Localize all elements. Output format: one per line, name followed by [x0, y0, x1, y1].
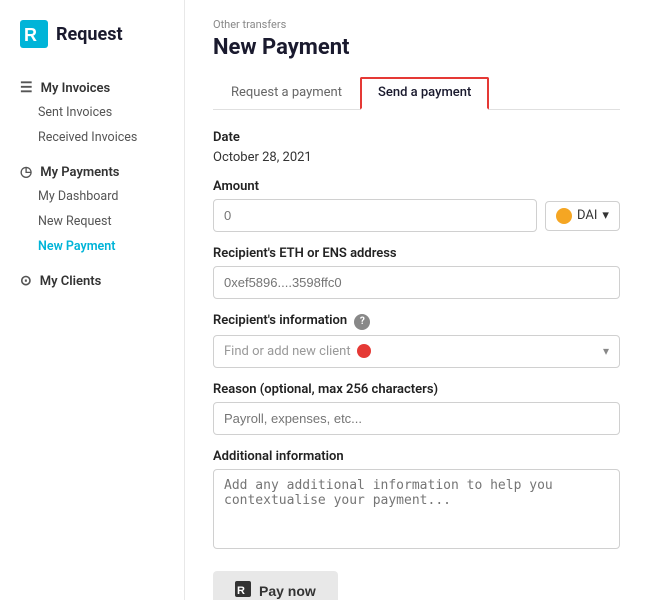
sidebar: R Request ☰ My Invoices Sent Invoices Re…: [0, 0, 185, 600]
sidebar-section-label: My Clients: [40, 274, 102, 289]
sidebar-item-sent-invoices[interactable]: Sent Invoices: [0, 100, 184, 125]
amount-input-wrapper: [213, 199, 537, 232]
tab-send-payment[interactable]: Send a payment: [360, 77, 489, 110]
recipient-info-label-text: Recipient's information: [213, 313, 347, 328]
dai-icon: [556, 208, 572, 224]
sidebar-item-my-clients[interactable]: ⊙ My Clients: [0, 265, 184, 293]
reason-input[interactable]: [213, 402, 620, 435]
person-icon: ⊙: [20, 273, 32, 289]
breadcrumb: Other transfers: [213, 18, 620, 31]
svg-text:R: R: [24, 25, 37, 45]
amount-input[interactable]: [213, 199, 537, 232]
pay-button-label: Pay now: [259, 583, 316, 599]
logo-area: R Request: [0, 20, 184, 72]
recipient-placeholder: Find or add new client: [224, 344, 351, 359]
sidebar-item-my-payments[interactable]: ◷ My Payments: [0, 156, 184, 184]
tab-bar: Request a payment Send a payment: [213, 76, 620, 110]
date-label: Date: [213, 130, 620, 145]
sidebar-item-received-invoices[interactable]: Received Invoices: [0, 125, 184, 150]
currency-selector[interactable]: DAI ▾: [545, 201, 620, 231]
nav-section-clients: ⊙ My Clients: [0, 265, 184, 293]
recipient-info-select[interactable]: Find or add new client ▾: [213, 335, 620, 368]
additional-info-textarea[interactable]: [213, 469, 620, 549]
amount-row: DAI ▾: [213, 199, 620, 232]
nav-section-invoices: ☰ My Invoices Sent Invoices Received Inv…: [0, 72, 184, 150]
sidebar-item-my-dashboard[interactable]: My Dashboard: [0, 184, 184, 209]
recipient-left: Find or add new client: [224, 344, 371, 359]
date-value: October 28, 2021: [213, 150, 620, 165]
recipient-info-label: Recipient's information ?: [213, 313, 620, 330]
clock-icon: ◷: [20, 164, 32, 180]
recipient-eth-label: Recipient's ETH or ENS address: [213, 246, 620, 261]
chevron-down-icon: ▾: [603, 344, 609, 358]
page-title: New Payment: [213, 35, 620, 60]
pay-now-button[interactable]: R Pay now: [213, 571, 338, 600]
main-content: Other transfers New Payment Request a pa…: [185, 0, 648, 600]
sidebar-item-new-payment[interactable]: New Payment: [0, 234, 184, 259]
additional-label: Additional information: [213, 449, 620, 464]
sidebar-item-new-request[interactable]: New Request: [0, 209, 184, 234]
tab-request-payment[interactable]: Request a payment: [213, 77, 360, 110]
logo-text: Request: [56, 24, 123, 45]
logo-icon: R: [20, 20, 48, 48]
currency-label: DAI: [577, 208, 597, 223]
help-icon[interactable]: ?: [354, 314, 370, 330]
svg-text:R: R: [237, 585, 245, 597]
sidebar-section-label: My Invoices: [41, 81, 111, 96]
nav-section-payments: ◷ My Payments My Dashboard New Request N…: [0, 156, 184, 259]
amount-label: Amount: [213, 179, 620, 194]
chevron-down-icon: ▾: [602, 208, 609, 223]
sidebar-item-my-invoices[interactable]: ☰ My Invoices: [0, 72, 184, 100]
r-icon: R: [235, 581, 251, 600]
error-dot-icon: [357, 344, 371, 358]
reason-label: Reason (optional, max 256 characters): [213, 382, 620, 397]
document-icon: ☰: [20, 80, 33, 96]
sidebar-section-label: My Payments: [40, 165, 119, 180]
recipient-eth-input[interactable]: [213, 266, 620, 299]
